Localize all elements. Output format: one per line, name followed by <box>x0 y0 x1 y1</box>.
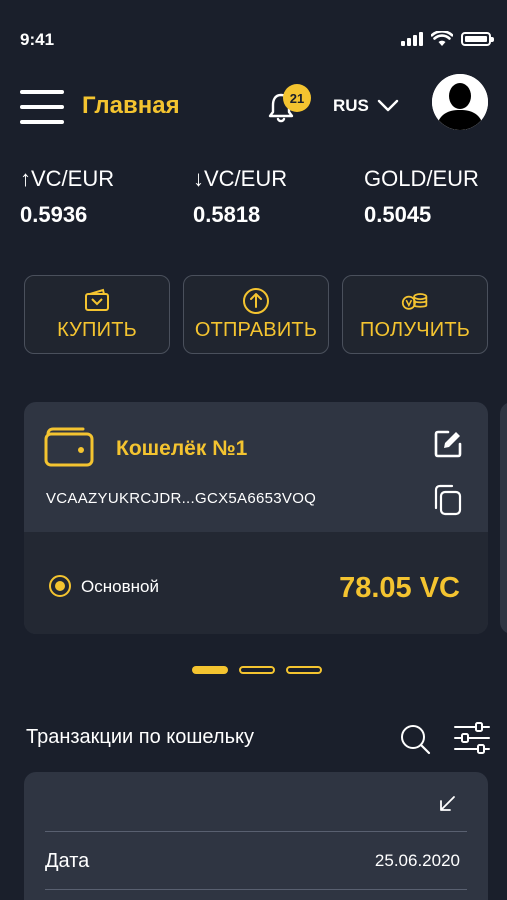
search-icon[interactable] <box>398 722 432 756</box>
rate-label: ↓VC/EUR <box>193 166 288 191</box>
primary-wallet-label: Основной <box>81 577 159 596</box>
language-selector[interactable]: RUS <box>333 96 399 116</box>
notification-badge: 21 <box>283 84 311 112</box>
wallet-header: Кошелёк №1 VCAAZYUKRCJDR...GCX5A6653VOQ <box>24 402 488 532</box>
chevron-down-icon <box>377 99 399 112</box>
pagination-dot-1[interactable] <box>192 666 228 674</box>
receive-label: ПОЛУЧИТЬ <box>359 319 471 341</box>
page-title: Главная <box>82 92 180 119</box>
status-bar: 9:41 <box>0 0 507 80</box>
hamburger-menu-icon[interactable] <box>20 90 64 124</box>
wallet-balance: 78.05 VC <box>339 572 460 604</box>
rate-label: ↑VC/EUR <box>20 166 115 191</box>
copy-icon[interactable] <box>431 483 463 517</box>
wallet-icon <box>44 427 94 467</box>
battery-icon <box>461 32 494 46</box>
transaction-card[interactable]: Дата 25.06.2020 <box>24 772 488 900</box>
wallet-name: Кошелёк №1 <box>116 437 248 460</box>
language-label: RUS <box>333 96 369 115</box>
action-buttons: КУПИТЬ ОТПРАВИТЬ ПОЛУЧИТЬ <box>24 275 488 355</box>
coins-icon <box>401 293 428 310</box>
wallet-address: VCAAZYUKRCJDR...GCX5A6653VOQ <box>46 490 317 507</box>
status-time: 9:41 <box>20 30 55 49</box>
rate-value: 0.5936 <box>20 202 88 227</box>
rate-value: 0.5045 <box>364 202 432 227</box>
pagination-dot-2[interactable] <box>239 666 275 674</box>
carousel-pagination <box>192 666 322 674</box>
cellular-signal-icon <box>401 32 423 46</box>
app-header: Главная 21 RUS <box>0 72 507 142</box>
transactions-title: Транзакции по кошельку <box>26 726 254 748</box>
arrow-incoming-icon <box>440 796 455 811</box>
primary-wallet-radio[interactable] <box>49 575 71 597</box>
receive-button[interactable]: ПОЛУЧИТЬ <box>342 275 488 354</box>
exchange-rates: ↑VC/EUR 0.5936 ↓VC/EUR 0.5818 GOLD/EUR 0… <box>0 166 507 236</box>
rate-gold-eur: GOLD/EUR 0.5045 <box>364 166 479 228</box>
buy-label: КУПИТЬ <box>57 319 137 341</box>
send-button[interactable]: ОТПРАВИТЬ <box>183 275 329 354</box>
rate-vc-eur-up: ↑VC/EUR 0.5936 <box>20 166 114 228</box>
divider <box>45 889 467 890</box>
transactions-header: Транзакции по кошельку <box>0 716 507 760</box>
rate-label: GOLD/EUR <box>364 166 479 191</box>
rate-vc-eur-down: ↓VC/EUR 0.5818 <box>193 166 287 228</box>
send-label: ОТПРАВИТЬ <box>194 319 318 341</box>
status-icons <box>401 31 494 47</box>
wallet-card[interactable]: Кошелёк №1 VCAAZYUKRCJDR...GCX5A6653VOQ … <box>24 402 488 634</box>
user-silhouette-icon <box>432 74 488 130</box>
wallet-footer: Основной 78.05 VC <box>24 532 488 634</box>
next-wallet-card-peek[interactable] <box>500 402 507 634</box>
divider <box>45 831 467 832</box>
edit-icon[interactable] <box>432 428 464 460</box>
transaction-date-label: Дата <box>45 850 90 872</box>
wallet-card-icon <box>85 288 109 311</box>
wifi-icon <box>431 31 453 46</box>
avatar[interactable] <box>432 74 488 130</box>
transaction-date-value: 25.06.2020 <box>374 851 460 870</box>
filter-sliders-icon[interactable] <box>452 720 492 756</box>
pagination-dot-3[interactable] <box>286 666 322 674</box>
rate-value: 0.5818 <box>193 202 261 227</box>
arrow-up-circle-icon <box>243 288 269 314</box>
buy-button[interactable]: КУПИТЬ <box>24 275 170 354</box>
